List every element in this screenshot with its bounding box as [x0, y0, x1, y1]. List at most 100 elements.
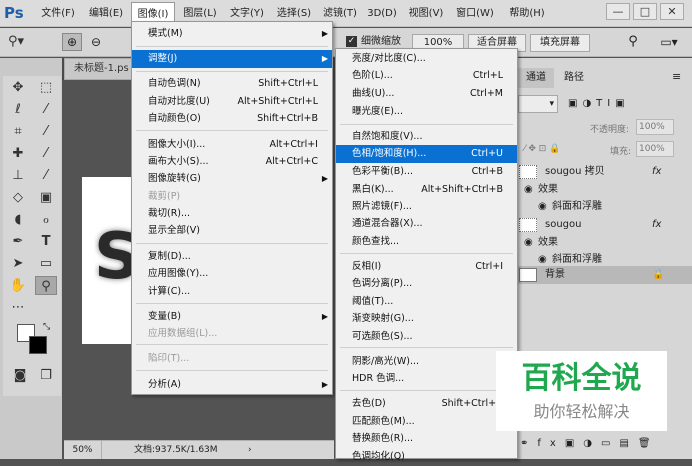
blur-tool-icon[interactable]: ◖	[7, 210, 29, 229]
quick-mask-icon[interactable]: ◙	[9, 366, 31, 385]
minimize-button[interactable]: —	[606, 3, 630, 20]
marquee-tool-icon[interactable]: ⬚	[35, 78, 57, 97]
adjust_menu-item[interactable]: 阈值(T)...	[336, 293, 517, 311]
eraser-tool-icon[interactable]: ◇	[7, 188, 29, 207]
adjust_menu-item[interactable]: 照片滤镜(F)...	[336, 198, 517, 216]
status-arrow-icon[interactable]: ›	[248, 441, 252, 459]
magic-wand-icon[interactable]: ⁄	[35, 100, 57, 119]
gradient-tool-icon[interactable]: ▣	[35, 188, 57, 207]
adjust_menu-item[interactable]: 曝光度(E)...	[336, 103, 517, 121]
panel-menu-icon[interactable]: ≡	[672, 70, 681, 83]
menu-file[interactable]: 文件(F)	[36, 0, 80, 27]
swap-colors-icon[interactable]: ⤡	[43, 322, 55, 334]
search-icon[interactable]: ⚲	[624, 33, 642, 51]
adjust_menu-item[interactable]: 色阶(L)... Ctrl+L	[336, 67, 517, 85]
image_menu-item[interactable]: 显示全部(V)	[132, 222, 332, 240]
fx-icon[interactable]: fx	[652, 163, 661, 181]
zoom-in-icon[interactable]: ⊕	[62, 33, 82, 51]
visibility-eye-icon[interactable]: ◉	[524, 234, 533, 252]
adjust_menu-item[interactable]: 可选颜色(S)...	[336, 328, 517, 346]
menu-edit[interactable]: 编辑(E)	[84, 0, 128, 27]
adjust_menu-item[interactable]: 色调均化(Q)	[336, 448, 517, 466]
dodge-tool-icon[interactable]: ℴ	[35, 210, 57, 229]
pen-tool-icon[interactable]: ✒	[7, 232, 29, 251]
image_menu-item[interactable]: 变量(B) ▶	[132, 308, 332, 326]
layer-row[interactable]: sougou fx	[518, 216, 692, 234]
zoom-level[interactable]: 50%	[64, 441, 102, 459]
scrubby-zoom-checkbox[interactable]: ✓	[346, 36, 357, 47]
close-button[interactable]: ✕	[660, 3, 684, 20]
tab-paths[interactable]: 路径	[556, 68, 592, 88]
adjust_menu-item[interactable]: HDR 色调...	[336, 370, 517, 388]
opacity-field[interactable]: 100%	[636, 119, 674, 135]
menu-view[interactable]: 视图(V)	[404, 0, 448, 27]
adjust_menu-item[interactable]: 反相(I) Ctrl+I	[336, 258, 517, 276]
brush-tool-icon[interactable]: ⁄	[35, 144, 57, 163]
adjust_menu-item[interactable]: 色彩平衡(B)... Ctrl+B	[336, 163, 517, 181]
adjust_menu-item[interactable]: 通道混合器(X)...	[336, 215, 517, 233]
image_menu-item[interactable]: 自动颜色(O) Shift+Ctrl+B	[132, 110, 332, 128]
visibility-eye-icon[interactable]: ◉	[538, 198, 547, 216]
visibility-eye-icon[interactable]: ◉	[524, 181, 533, 199]
healing-brush-icon[interactable]: ✚	[7, 144, 29, 163]
zoom-tool-icon[interactable]: ⚲▾	[8, 33, 40, 51]
type-tool-icon[interactable]: T	[35, 232, 57, 251]
adjust_menu-item[interactable]: 匹配颜色(M)...	[336, 413, 517, 431]
lock-icons[interactable]: ⁄ ✥ ⊡ 🔒	[524, 144, 604, 154]
menu-3d[interactable]: 3D(D)	[364, 0, 400, 27]
crop-tool-icon[interactable]: ⌗	[7, 122, 29, 141]
image_menu-item[interactable]: 自动色调(N) Shift+Ctrl+L	[132, 75, 332, 93]
history-brush-icon[interactable]: ⁄	[35, 166, 57, 185]
lasso-tool-icon[interactable]: ℓ	[7, 100, 29, 119]
layer-filter-dropdown[interactable]: ▾	[518, 95, 558, 113]
image_menu-item[interactable]: 分析(A) ▶	[132, 376, 332, 394]
adjust_menu-item[interactable]: 去色(D) Shift+Ctrl+U	[336, 395, 517, 413]
adjust_menu-item[interactable]: 替换颜色(R)...	[336, 430, 517, 448]
document-tab[interactable]: 未标题-1.ps	[64, 58, 134, 80]
image_menu-item[interactable]: 调整(J) ▶	[132, 50, 332, 68]
image_menu-item[interactable]: 计算(C)...	[132, 283, 332, 301]
screen-mode-icon[interactable]: ❐	[35, 366, 57, 385]
image_menu-item[interactable]: 图像旋转(G) ▶	[132, 170, 332, 188]
adjust_menu-item[interactable]: 色相/饱和度(H)... Ctrl+U	[336, 145, 517, 163]
path-select-icon[interactable]: ➤	[7, 254, 29, 273]
restore-button[interactable]: □	[633, 3, 657, 20]
hand-tool-icon[interactable]: ✋	[7, 276, 29, 295]
menu-help[interactable]: 帮助(H)	[504, 0, 550, 27]
image_menu-item[interactable]: 画布大小(S)... Alt+Ctrl+C	[132, 153, 332, 171]
adjust_menu-item[interactable]: 曲线(U)... Ctrl+M	[336, 85, 517, 103]
layer-effects-row[interactable]: ◉ 效果	[518, 234, 692, 252]
adjust_menu-item[interactable]: 自然饱和度(V)...	[336, 128, 517, 146]
zoom-out-icon[interactable]: ⊖	[86, 33, 106, 51]
stamp-tool-icon[interactable]: ⊥	[7, 166, 29, 185]
filter-icons[interactable]: ▣◑TI▣	[568, 95, 688, 113]
zoom-tool-icon[interactable]: ⚲	[35, 276, 57, 295]
adjust_menu-item[interactable]: 阴影/高光(W)...	[336, 353, 517, 371]
adjust_menu-item[interactable]: 色调分离(P)...	[336, 275, 517, 293]
tab-channels[interactable]: 通道	[518, 68, 554, 88]
document-canvas[interactable]: S	[82, 177, 132, 344]
more-tools-icon[interactable]: ⋯	[7, 298, 29, 317]
layer-effect-row[interactable]: ◉ 斜面和浮雕	[518, 198, 692, 216]
layer-footer-icons[interactable]: ⚭fx▣◑▭▤🗑	[518, 434, 692, 454]
image_menu-item[interactable]: 图像大小(I)... Alt+Ctrl+I	[132, 136, 332, 154]
layer-row[interactable]: sougou 拷贝 fx	[518, 163, 692, 181]
fill-field[interactable]: 100%	[636, 141, 674, 157]
image_menu-item[interactable]: 裁切(R)...	[132, 205, 332, 223]
fx-icon[interactable]: fx	[652, 216, 661, 234]
adjust_menu-item[interactable]: 颜色查找...	[336, 233, 517, 251]
layer-effects-row[interactable]: ◉ 效果	[518, 181, 692, 199]
fill-screen-button[interactable]: 填充屏幕	[530, 34, 590, 52]
shape-tool-icon[interactable]: ▭	[35, 254, 57, 273]
background-color-swatch[interactable]	[29, 336, 47, 354]
adjust_menu-item[interactable]: 渐变映射(G)...	[336, 310, 517, 328]
layer-row-background[interactable]: 背景 🔒	[518, 266, 692, 284]
image_menu-item[interactable]: 模式(M) ▶	[132, 25, 332, 43]
image_menu-item[interactable]: 应用图像(Y)...	[132, 265, 332, 283]
move-tool-icon[interactable]: ✥	[7, 78, 29, 97]
image_menu-item[interactable]: 复制(D)...	[132, 248, 332, 266]
workspace-icon[interactable]: ▭▾	[652, 33, 686, 51]
adjust_menu-item[interactable]: 黑白(K)... Alt+Shift+Ctrl+B	[336, 181, 517, 199]
adjust_menu-item[interactable]: 亮度/对比度(C)...	[336, 50, 517, 68]
menu-window[interactable]: 窗口(W)	[452, 0, 498, 27]
